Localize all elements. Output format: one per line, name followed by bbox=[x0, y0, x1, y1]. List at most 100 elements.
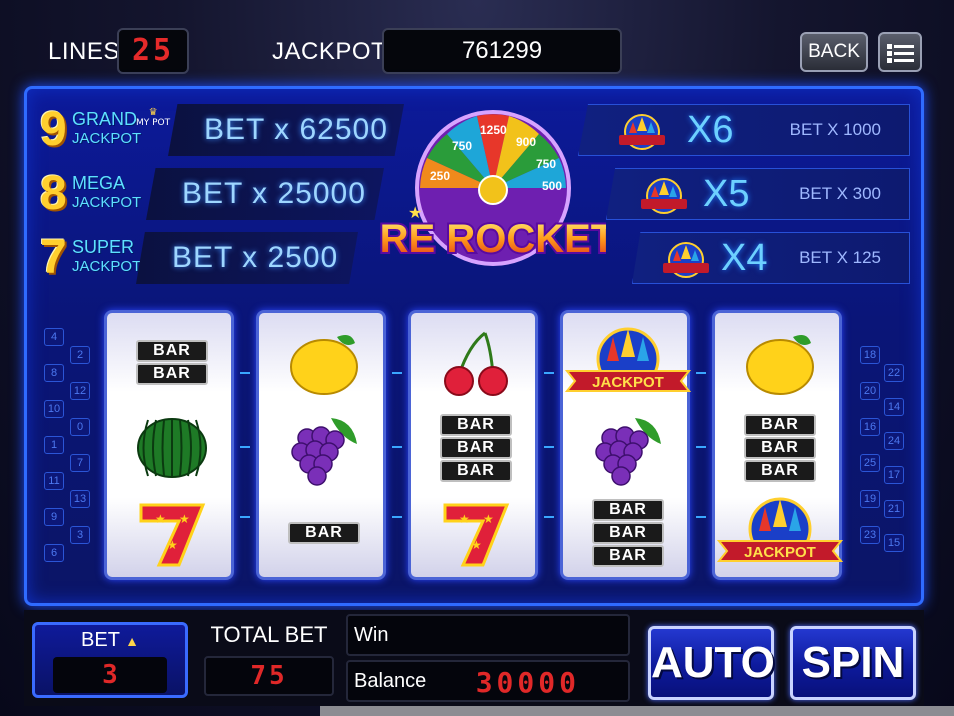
jackpot-title-text: MEGA bbox=[72, 173, 126, 193]
lines-value[interactable]: 25 bbox=[117, 28, 189, 74]
line-number[interactable]: 14 bbox=[884, 398, 904, 416]
line-number[interactable]: 25 bbox=[860, 454, 880, 472]
win-label: Win bbox=[354, 624, 389, 646]
grapes-symbol bbox=[595, 418, 661, 486]
jackpot-row-grand: 9 GRAND JACKPOT ♛ MY POT BET x 62500 bbox=[40, 103, 404, 156]
jackpot-row-mega: 8 MEGA JACKPOT BET x 25000 bbox=[40, 167, 384, 220]
line-number[interactable]: 8 bbox=[44, 364, 64, 382]
line-number[interactable]: 11 bbox=[44, 472, 64, 490]
svg-text:★: ★ bbox=[459, 512, 470, 526]
bar-symbol: BAR BAR BAR bbox=[715, 408, 845, 488]
wheel-value: 1250 bbox=[480, 123, 507, 137]
jackpot-symbol-text: JACKPOT bbox=[744, 544, 816, 561]
bar-block: BAR bbox=[440, 413, 512, 436]
jackpot-symbol: JACKPOT bbox=[716, 497, 844, 562]
bar-block: BAR bbox=[592, 544, 664, 567]
bar-block: BAR bbox=[744, 459, 816, 482]
line-number[interactable]: 10 bbox=[44, 400, 64, 418]
fire-rockets-logo: 250 750 1250 900 750 500 FIRE ROCKETS ★ bbox=[380, 110, 606, 266]
line-number[interactable]: 23 bbox=[860, 526, 880, 544]
lines-label: LINES bbox=[48, 38, 120, 65]
bar-block: BAR bbox=[136, 363, 208, 385]
line-number[interactable]: 17 bbox=[884, 466, 904, 484]
wheel-value: 250 bbox=[430, 169, 450, 183]
line-number[interactable]: 15 bbox=[884, 534, 904, 552]
total-bet-label: TOTAL BET bbox=[210, 622, 328, 647]
jackpot-bet: BET x 62500 bbox=[168, 104, 404, 156]
balance-label: Balance bbox=[354, 670, 427, 692]
wheel-value: 500 bbox=[542, 179, 562, 193]
bar-block: BAR bbox=[744, 413, 816, 436]
line-number[interactable]: 20 bbox=[860, 382, 880, 400]
jackpot-title: GRAND JACKPOT bbox=[72, 110, 141, 148]
line-number[interactable]: 3 bbox=[70, 526, 90, 544]
bet-selector[interactable]: BET ▲ 3 bbox=[32, 622, 188, 698]
bar-symbol: BAR BAR bbox=[107, 323, 237, 403]
jackpot-symbol: JACKPOT bbox=[564, 327, 692, 392]
jackpot-title: MEGA JACKPOT bbox=[72, 174, 141, 212]
triangle-up-icon[interactable]: ▲ bbox=[125, 633, 139, 649]
multiplier-bet: BET X 300 bbox=[799, 184, 881, 203]
payline-marker bbox=[544, 446, 554, 448]
line-number[interactable]: 2 bbox=[70, 346, 90, 364]
bar-block: BAR bbox=[288, 521, 360, 544]
bar-symbol: BAR bbox=[259, 493, 389, 573]
line-number[interactable]: 22 bbox=[884, 364, 904, 382]
payline-marker bbox=[392, 446, 402, 448]
jackpot-label: JACKPOT bbox=[272, 38, 387, 65]
line-number[interactable]: 9 bbox=[44, 508, 64, 526]
watermelon-symbol bbox=[137, 418, 207, 478]
line-number[interactable]: 18 bbox=[860, 346, 880, 364]
line-number[interactable]: 6 bbox=[44, 544, 64, 562]
total-bet-value: 75 bbox=[204, 656, 334, 696]
wheel-value: 750 bbox=[536, 157, 556, 171]
line-number[interactable]: 1 bbox=[44, 436, 64, 454]
bar-block: BAR bbox=[440, 436, 512, 459]
lemon-symbol bbox=[290, 335, 358, 395]
payline-marker bbox=[240, 372, 250, 374]
bar-symbol: BAR BAR BAR bbox=[563, 493, 693, 573]
multiplier-bet: BET X 1000 bbox=[789, 120, 881, 139]
seven-symbol: ★ ★★ bbox=[139, 503, 206, 567]
jackpot-subtitle: JACKPOT bbox=[72, 130, 142, 147]
line-number[interactable]: 21 bbox=[884, 500, 904, 518]
auto-button[interactable]: AUTO bbox=[648, 626, 775, 700]
bottom-strip bbox=[320, 706, 954, 716]
line-number[interactable]: 13 bbox=[70, 490, 90, 508]
hamburger-menu-icon[interactable] bbox=[878, 32, 922, 72]
multiplier-value: X4 bbox=[721, 237, 768, 279]
jackpot-title-text: GRAND bbox=[72, 109, 138, 129]
reel-2: BAR bbox=[256, 310, 386, 580]
bar-block: BAR bbox=[136, 340, 208, 362]
payline-marker bbox=[696, 446, 706, 448]
payline-marker bbox=[544, 372, 554, 374]
multiplier-value: X6 bbox=[687, 109, 734, 151]
payline-marker bbox=[240, 516, 250, 518]
reel-1: BAR BAR ★ ★ ★ bbox=[104, 310, 234, 580]
svg-text:★: ★ bbox=[155, 512, 166, 526]
svg-text:★: ★ bbox=[471, 538, 482, 552]
jackpot-number: 9 bbox=[40, 103, 67, 156]
my-pot-badge: ♛ MY POT bbox=[136, 107, 171, 129]
jackpot-value: 761299 bbox=[382, 28, 622, 74]
line-number[interactable]: 12 bbox=[70, 382, 90, 400]
line-number[interactable]: 4 bbox=[44, 328, 64, 346]
payline-marker bbox=[240, 446, 250, 448]
spin-button[interactable]: SPIN bbox=[790, 626, 916, 700]
jackpot-number: 8 bbox=[40, 167, 67, 220]
back-button[interactable]: BACK bbox=[800, 32, 868, 72]
line-number[interactable]: 24 bbox=[884, 432, 904, 450]
line-number[interactable]: 19 bbox=[860, 490, 880, 508]
jackpot-subtitle: JACKPOT bbox=[72, 194, 142, 211]
multiplier-row-x5: X5 BET X 300 bbox=[606, 168, 910, 220]
bar-block: BAR bbox=[592, 498, 664, 521]
line-number[interactable]: 0 bbox=[70, 418, 90, 436]
payline-marker bbox=[392, 372, 402, 374]
bar-block: BAR bbox=[440, 459, 512, 482]
jackpot-bet: BET x 25000 bbox=[146, 168, 384, 220]
multiplier-row-x6: X6 BET X 1000 bbox=[578, 104, 910, 156]
line-number[interactable]: 7 bbox=[70, 454, 90, 472]
jackpot-title: SUPER JACKPOT bbox=[72, 238, 141, 276]
jackpot-subtitle: JACKPOT bbox=[72, 258, 142, 275]
line-number[interactable]: 16 bbox=[860, 418, 880, 436]
